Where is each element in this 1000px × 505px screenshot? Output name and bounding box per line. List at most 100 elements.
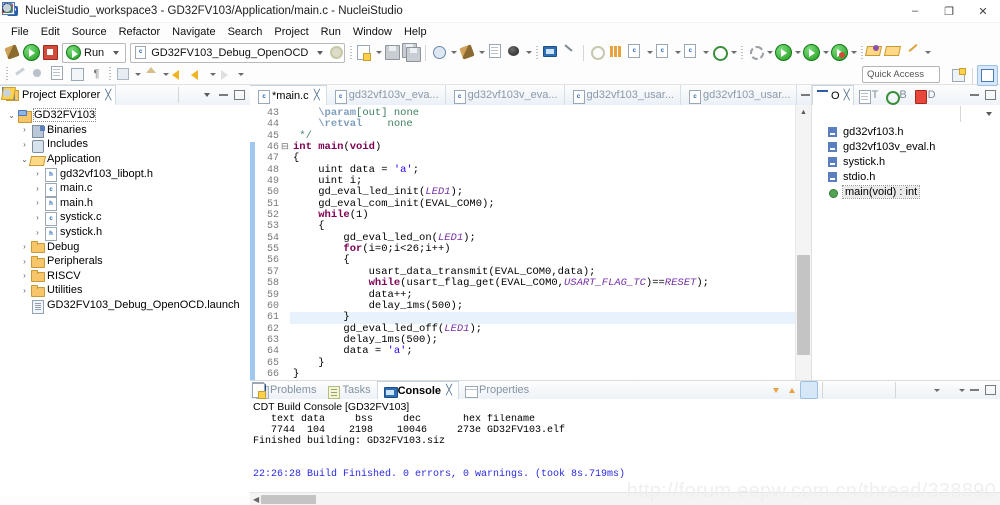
maximize-console-icon[interactable] [982, 382, 998, 398]
scroll-lock-up-icon[interactable] [784, 382, 800, 398]
tree-expand-arrow-icon[interactable]: › [19, 140, 30, 149]
word-wrap-icon[interactable] [252, 382, 875, 398]
stop-icon[interactable] [41, 43, 60, 62]
pencil-edit-icon[interactable] [11, 65, 30, 84]
link-with-editor-icon[interactable] [0, 87, 174, 103]
wand-chevron-down-icon[interactable] [923, 43, 932, 62]
open-folder-icon[interactable] [884, 43, 904, 62]
back-nav-chevron-down-icon[interactable] [208, 65, 217, 84]
fold-marker[interactable] [281, 324, 290, 335]
save-all-icon[interactable] [402, 43, 422, 62]
tree-item[interactable]: › RISCV [0, 269, 250, 284]
collapse-all-outline-icon[interactable] [2, 2, 876, 122]
tree-expand-arrow-icon[interactable]: › [19, 242, 30, 251]
show-whitespace-icon[interactable] [68, 65, 87, 84]
new-cpp-chevron-down-icon[interactable] [673, 43, 682, 62]
refresh-icon[interactable] [588, 43, 607, 62]
fold-marker[interactable]: ⊟ [281, 141, 290, 153]
outline-tab[interactable]: T [854, 85, 882, 105]
maximize-outline-icon[interactable] [982, 87, 998, 103]
tree-expand-arrow-icon[interactable]: › [32, 184, 43, 193]
code-line[interactable]: } [290, 357, 795, 369]
scroll-up-icon[interactable]: ▲ [796, 105, 811, 119]
external-tools-icon[interactable] [746, 43, 765, 62]
menu-project[interactable]: Project [268, 25, 314, 39]
code-line[interactable]: \retval none [290, 119, 795, 130]
format-source-icon[interactable] [49, 65, 68, 84]
outline-tab[interactable]: B [881, 85, 909, 105]
tree-expand-arrow-icon[interactable]: ⌄ [19, 155, 30, 164]
debug-chevron-down-icon[interactable] [524, 43, 533, 62]
hex-view-icon[interactable] [486, 43, 505, 62]
fold-marker[interactable] [281, 153, 290, 164]
code-line[interactable]: while(1) [290, 209, 795, 221]
fold-marker[interactable] [281, 221, 290, 232]
tree-expand-arrow-icon[interactable]: › [32, 228, 43, 237]
fold-marker[interactable] [281, 210, 290, 221]
fold-marker[interactable] [281, 358, 290, 369]
menu-search[interactable]: Search [222, 25, 269, 39]
fold-marker[interactable] [281, 108, 290, 119]
console-scrollbar-thumb[interactable] [261, 494, 317, 504]
tree-item[interactable]: › Debug [0, 239, 250, 254]
hide-static-members-icon[interactable] [1, 4, 924, 122]
menu-help[interactable]: Help [398, 25, 433, 39]
build-project-icon[interactable] [458, 43, 477, 62]
tree-item[interactable]: › Includes [0, 137, 250, 153]
view-menu-icon[interactable] [199, 87, 215, 103]
console-tab[interactable]: Tasks [322, 381, 376, 399]
focus-outline-icon[interactable] [3, 4, 981, 122]
menu-navigate[interactable]: Navigate [166, 25, 221, 39]
menu-run[interactable]: Run [315, 25, 347, 39]
editor-tab[interactable]: c gd32vf103v_eva... [446, 85, 565, 105]
cpp-perspective-icon[interactable] [977, 65, 998, 86]
remove-console-icon[interactable]: ✕ [252, 382, 891, 398]
menu-edit[interactable]: Edit [35, 25, 66, 39]
run-mode-combo[interactable]: Run [62, 42, 127, 63]
close-icon[interactable]: ╳ [844, 90, 850, 101]
globe-chevron-down-icon[interactable] [449, 43, 458, 62]
forward-navigation-icon[interactable] [189, 65, 208, 84]
menu-window[interactable]: Window [347, 25, 398, 39]
tree-item[interactable]: › h systick.h [0, 225, 250, 241]
minimize-outline-icon[interactable] [966, 87, 982, 103]
fold-marker[interactable] [281, 301, 290, 312]
console-output[interactable]: text data bss dec hex filename 7744 104 … [250, 414, 1000, 492]
outline-tab[interactable]: D [910, 85, 939, 105]
hide-macros-icon[interactable]: # [2, 2, 956, 122]
forward-nav-chevron-down-icon[interactable] [236, 65, 245, 84]
minimize-console-icon[interactable] [966, 382, 982, 398]
fold-marker[interactable] [281, 255, 290, 266]
outline-item[interactable]: gd32vf103v_eval.h [812, 139, 1000, 154]
code-line[interactable]: int main(void) [290, 141, 795, 153]
console-tab[interactable]: Console ╳ [376, 381, 460, 399]
table-grid-icon[interactable] [607, 43, 626, 62]
globe-icon[interactable] [430, 43, 449, 62]
toggle-comment-icon[interactable] [30, 65, 49, 84]
fold-marker[interactable] [281, 119, 290, 130]
new-c-project-chevron-down-icon[interactable] [645, 43, 654, 62]
tree-expand-arrow-icon[interactable]: › [19, 286, 30, 295]
fold-marker[interactable] [281, 187, 290, 198]
hide-fields-icon[interactable] [1, 3, 908, 122]
editor-tab[interactable]: c gd32vf103_usar... [565, 85, 681, 105]
console-tab[interactable]: Properties [459, 381, 535, 399]
menu-refactor[interactable]: Refactor [113, 25, 167, 39]
code-line[interactable]: delay_1ms(500); [290, 300, 795, 312]
fold-marker[interactable] [281, 176, 290, 187]
lock-scroll-icon[interactable] [252, 382, 859, 398]
close-icon[interactable]: ╳ [446, 385, 452, 396]
editor-tab[interactable]: c *main.c ╳ [250, 85, 327, 105]
external-tools-chevron-down-icon[interactable] [765, 43, 774, 62]
code-line[interactable]: while(usart_flag_get(EVAL_COM0,USART_FLA… [290, 277, 795, 289]
fold-marker[interactable] [281, 165, 290, 176]
tree-item[interactable]: › Peripherals [0, 254, 250, 269]
pin-console-icon[interactable] [252, 381, 818, 399]
fold-marker[interactable] [281, 312, 290, 323]
fold-marker[interactable] [281, 369, 290, 380]
outline-item[interactable]: systick.h [812, 154, 1000, 169]
editor-tab[interactable]: c gd32vf103v_eva... [327, 85, 446, 105]
debug-run-chevron-down-icon[interactable] [849, 43, 858, 62]
new-class-icon[interactable]: c [682, 43, 701, 62]
code-line[interactable]: for(i=0;i<26;i++) [290, 243, 795, 255]
